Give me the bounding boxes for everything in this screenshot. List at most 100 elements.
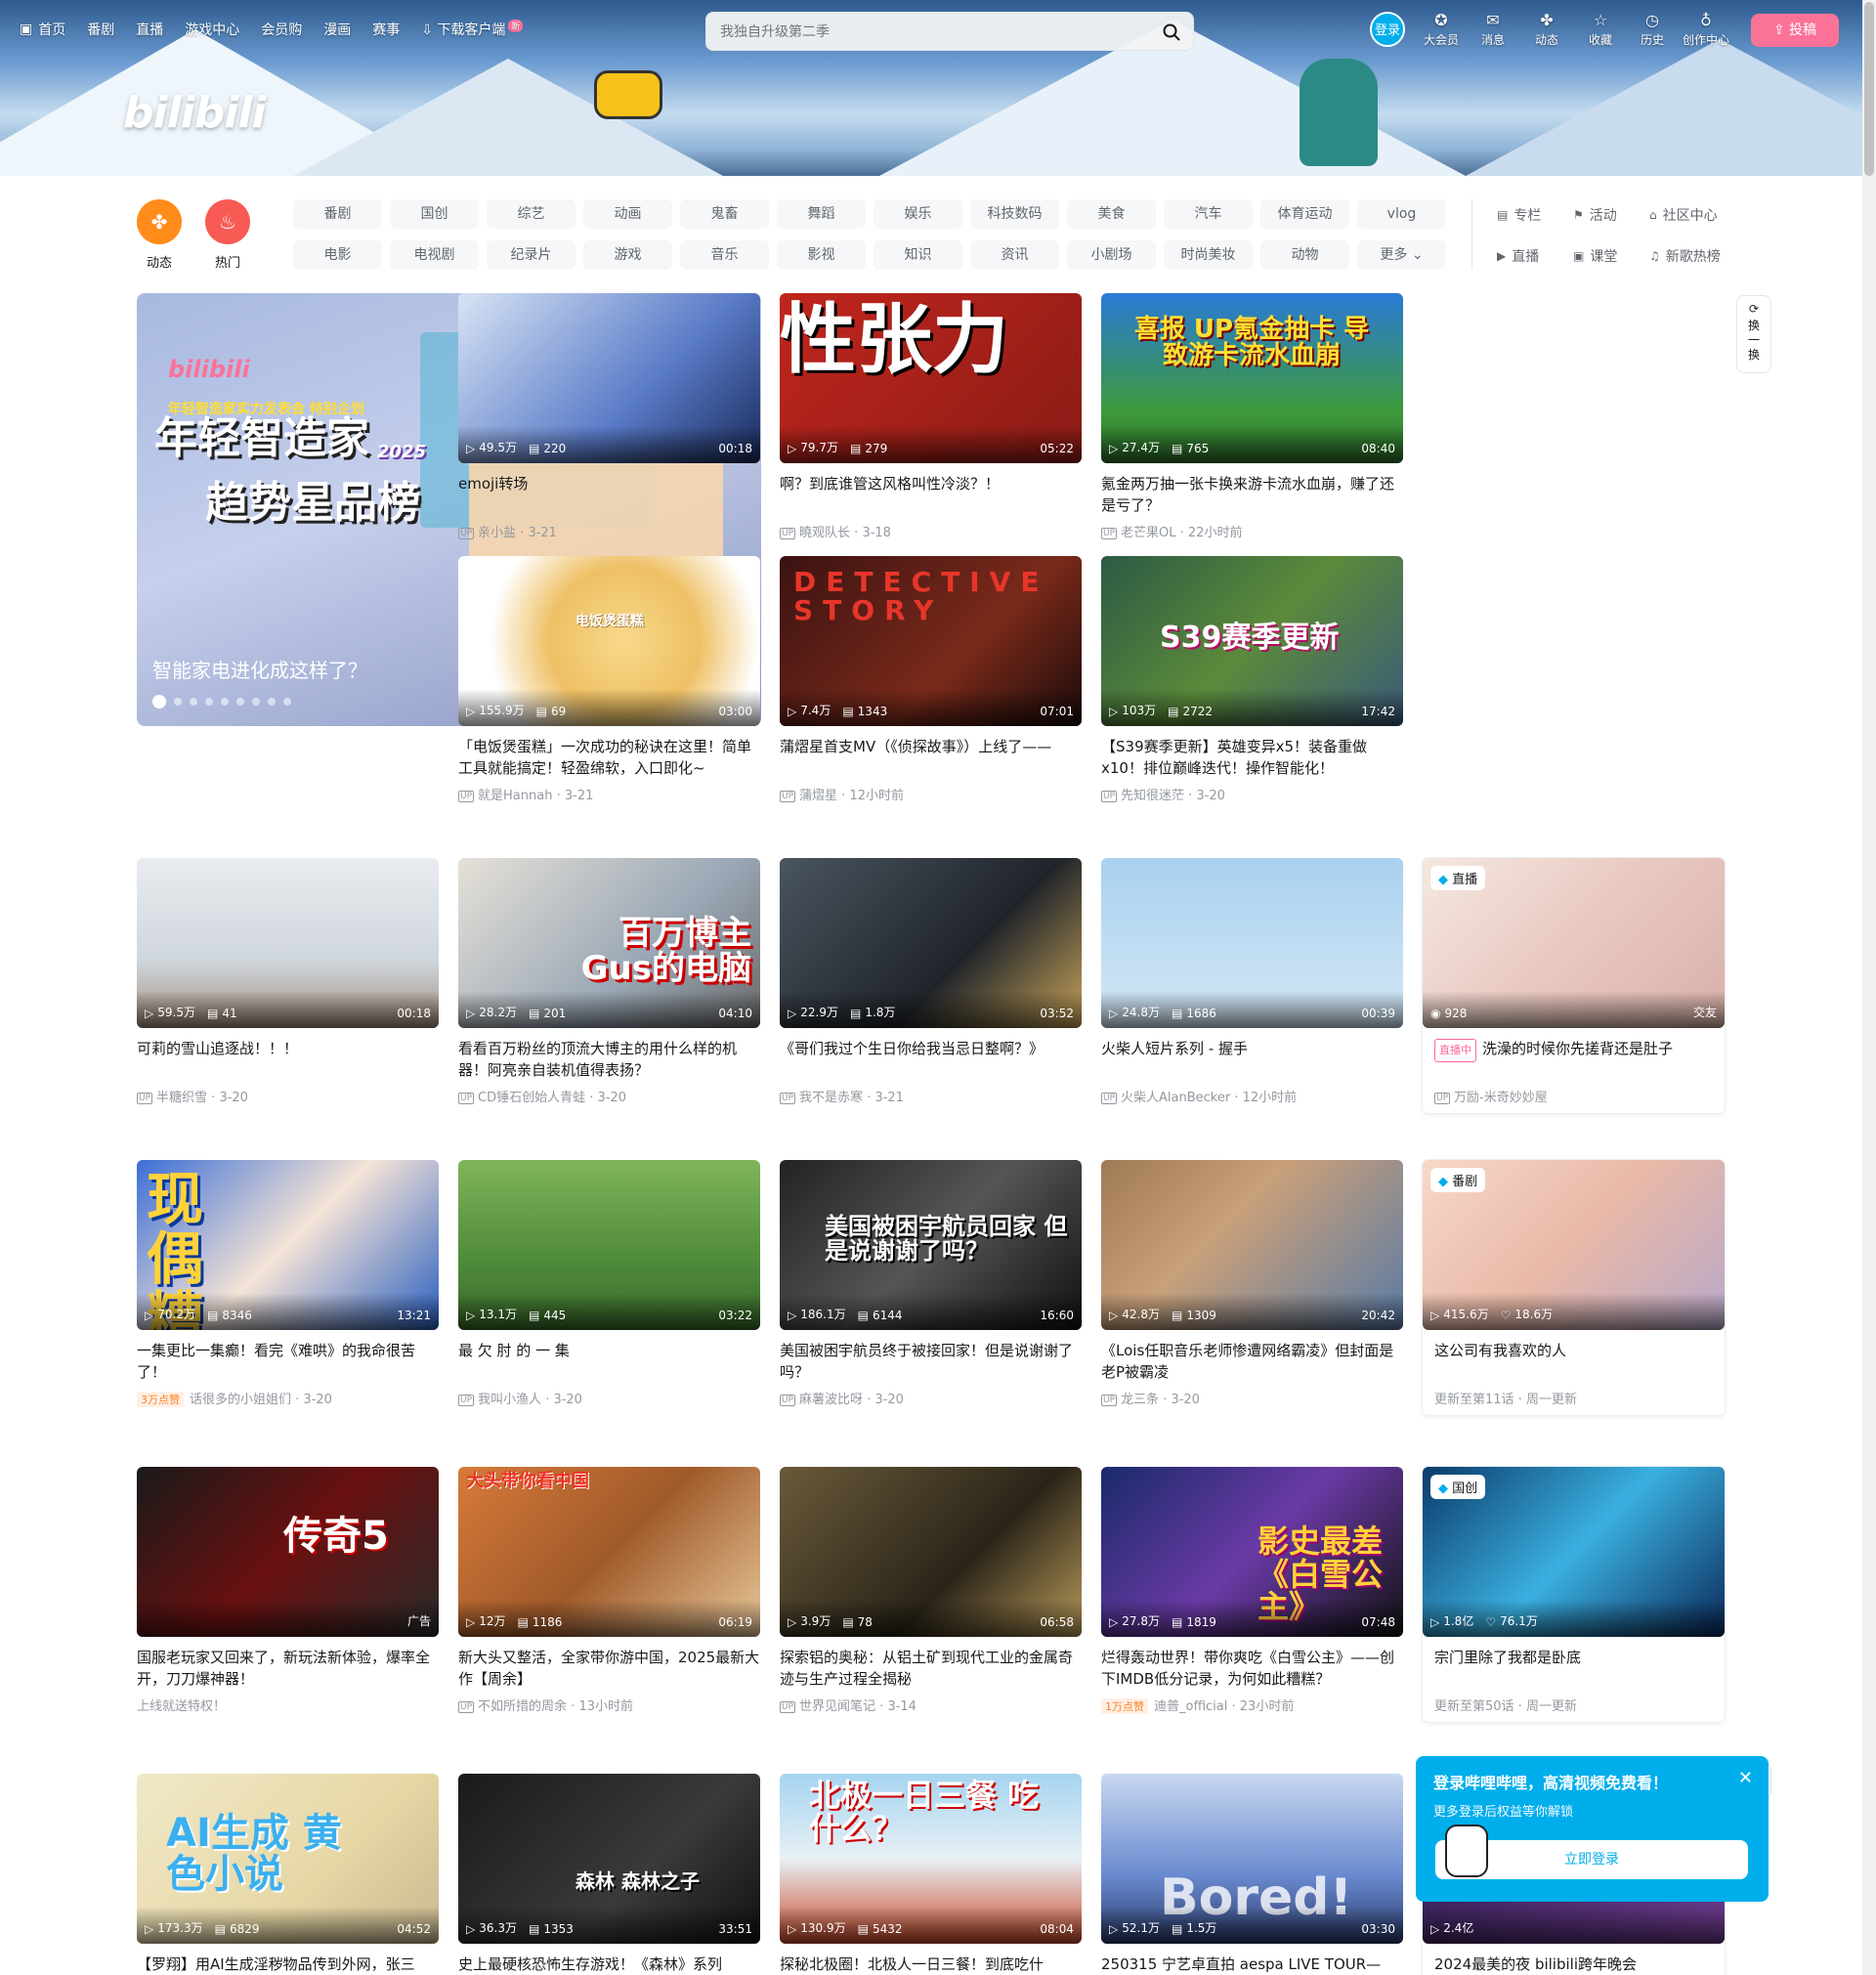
more-channels-button[interactable]: 更多 ⌄	[1357, 240, 1446, 270]
nav-live[interactable]: 直播	[136, 20, 163, 39]
nav-game-center[interactable]: 游戏中心	[185, 20, 239, 39]
nav-download[interactable]: ⇩ 下载客户端新	[421, 20, 524, 39]
feature-title[interactable]: 洗澡的时候你先搓背还是肚子	[1482, 1040, 1673, 1057]
scrollbar-thumb[interactable]	[1864, 2, 1874, 176]
close-icon[interactable]: ✕	[1738, 1768, 1753, 1788]
video-card[interactable]: AI生成 黄色小说 ▷ 173.3万 ▤ 6829 04:52 【罗翔】用AI生成淫秽物品…	[137, 1774, 439, 1975]
side-link-music-chart[interactable]: ♫ 新歌热榜	[1649, 246, 1721, 266]
video-card[interactable]: 美国被困宇航员回家 但是说谢谢了吗？ ▷ 186.1万 ▤ 6144 16:60 美国被困…	[780, 1160, 1082, 1407]
feature-title[interactable]: 宗门里除了我都是卧底	[1434, 1649, 1581, 1666]
uploader-name[interactable]: 迪普_official	[1154, 1699, 1227, 1714]
video-card[interactable]: Bored! ▷ 52.1万 ▤ 1.5万 03:30 250315 宁艺卓直拍 aesp…	[1101, 1774, 1403, 1975]
carousel-dot[interactable]	[152, 695, 166, 708]
feature-card[interactable]: ◆ 番剧 ▷ 415.6万 ♡ 18.6万 这公司有我喜欢的人 更新至第11话 · 周一…	[1423, 1160, 1725, 1415]
video-title[interactable]: 史上最硬核恐怖生存游戏！《森林》系列	[458, 1954, 760, 1975]
video-title[interactable]: 探索铝的奥秘：从铝土矿到现代工业的金属奇迹与生产过程全揭秘	[780, 1647, 1082, 1690]
uploader-name[interactable]: 亲小盐	[478, 526, 516, 540]
refresh-button[interactable]: ⟳ 换一换	[1736, 295, 1771, 373]
video-thumbnail[interactable]: ▷ 49.5万 ▤ 220 00:18	[458, 293, 760, 463]
search-box[interactable]	[705, 12, 1194, 51]
video-title[interactable]: emoji转场	[458, 473, 760, 516]
video-thumbnail[interactable]: ▷ 42.8万 ▤ 1309 20:42	[1101, 1160, 1403, 1330]
video-thumbnail[interactable]: 北极一日三餐 吃什么？ ▷ 130.9万 ▤ 5432 08:04	[780, 1774, 1082, 1944]
carousel-dot[interactable]	[252, 698, 260, 706]
channel-chip[interactable]: 国创	[390, 199, 479, 229]
channel-chip[interactable]: 体育运动	[1260, 199, 1349, 229]
video-thumbnail[interactable]: 电饭煲蛋糕 ▷ 155.9万 ▤ 69 03:00	[458, 556, 760, 726]
channel-dynamic[interactable]: ✤ 动态	[137, 199, 182, 271]
video-title[interactable]: 蒲熠星首支MV（《侦探故事》）上线了——	[780, 736, 1082, 779]
carousel-caption[interactable]: 智能家电进化成这样了？	[152, 655, 367, 683]
channel-chip[interactable]: 电视剧	[390, 240, 479, 270]
channel-chip[interactable]: 游戏	[583, 240, 672, 270]
video-thumbnail[interactable]: ▷ 24.8万 ▤ 1686 00:39	[1101, 858, 1403, 1028]
vip-entry[interactable]: ✪ 大会员	[1418, 12, 1465, 48]
feature-title-row[interactable]: 这公司有我喜欢的人	[1423, 1340, 1725, 1383]
video-card[interactable]: S39赛季更新 ▷ 103万 ▤ 2722 17:42 【S39赛季更新】英雄变异x5！装…	[1101, 556, 1403, 803]
scrollbar-track[interactable]	[1862, 0, 1876, 1975]
video-title[interactable]: 氪金两万抽一张卡换来游卡流水血崩，赚了还是亏了？	[1101, 473, 1403, 516]
uploader-name[interactable]: 曉观队长	[799, 526, 850, 540]
channel-chip[interactable]: 电影	[293, 240, 382, 270]
feature-title-row[interactable]: 直播中 洗澡的时候你先搓背还是肚子	[1423, 1038, 1725, 1081]
video-card[interactable]: 喜报 UP氪金抽卡 导致游卡流水血崩 ▷ 27.4万 ▤ 765 08:40 氪金两万抽一…	[1101, 293, 1403, 540]
channel-chip[interactable]: 美食	[1067, 199, 1156, 229]
video-thumbnail[interactable]: ▷ 3.9万 ▤ 78 06:58	[780, 1467, 1082, 1637]
video-card[interactable]: 性张力 ▷ 79.7万 ▤ 279 05:22 啊？到底谁管这风格叫性冷淡？！ UP 曉观队…	[780, 293, 1082, 540]
video-card[interactable]: ▷ 22.9万 ▤ 1.8万 03:52 《哥们我过个生日你给我当忌日整啊？》 UP 我不…	[780, 858, 1082, 1105]
channel-chip[interactable]: 小剧场	[1067, 240, 1156, 270]
login-avatar-button[interactable]: 登录	[1370, 12, 1405, 47]
search-icon[interactable]	[1162, 22, 1181, 42]
video-card[interactable]: DETECTIVE STORY ▷ 7.4万 ▤ 1343 07:01 蒲熠星首支MV（《…	[780, 556, 1082, 803]
nav-bangumi[interactable]: 番剧	[87, 20, 114, 39]
channel-chip[interactable]: 知识	[874, 240, 962, 270]
channel-chip[interactable]: vlog	[1357, 199, 1446, 229]
channel-chip[interactable]: 鬼畜	[680, 199, 769, 229]
video-thumbnail[interactable]: ▷ 59.5万 ▤ 41 00:18	[137, 858, 439, 1028]
video-title[interactable]: 【罗翔】用AI生成淫秽物品传到外网，张三	[137, 1954, 439, 1975]
history-entry[interactable]: ◷ 历史	[1629, 12, 1676, 48]
video-card[interactable]: 北极一日三餐 吃什么？ ▷ 130.9万 ▤ 5432 08:04 探秘北极圈！北极人一日…	[780, 1774, 1082, 1975]
nav-manga[interactable]: 漫画	[323, 20, 351, 39]
video-card[interactable]: 百万博主 Gus的电脑 ▷ 28.2万 ▤ 201 04:10 看看百万粉丝的顶流大博主的…	[458, 858, 760, 1105]
home-icon[interactable]: ▣	[20, 21, 32, 37]
video-card[interactable]: 影史最差 《白雪公主》▷27.8万▤181907:48 烂得轰动世界！带你爽吃《…	[1101, 1467, 1403, 1714]
video-title[interactable]: 啊？到底谁管这风格叫性冷淡？！	[780, 473, 1082, 516]
channel-chip[interactable]: 音乐	[680, 240, 769, 270]
video-thumbnail[interactable]: 喜报 UP氪金抽卡 导致游卡流水血崩 ▷ 27.4万 ▤ 765 08:40	[1101, 293, 1403, 463]
channel-chip[interactable]: 番剧	[293, 199, 382, 229]
video-card[interactable]: 传奇5 广告 国服老玩家又回来了，新玩法新体验，爆率全开，刀刀爆神器！ 上线就送特…	[137, 1467, 439, 1714]
channel-chip[interactable]: 汽车	[1164, 199, 1253, 229]
feature-title[interactable]: 2024最美的夜 bilibili跨年晚会	[1434, 1955, 1637, 1973]
side-link-column[interactable]: ▤ 专栏	[1497, 205, 1541, 225]
feature-thumbnail[interactable]: ◆ 直播 ◉ 928 交友	[1423, 858, 1725, 1028]
video-thumbnail[interactable]: 传奇5 广告	[137, 1467, 439, 1637]
channel-chip[interactable]: 动画	[583, 199, 672, 229]
video-thumbnail[interactable]: 影史最差 《白雪公主》▷27.8万▤181907:48	[1101, 1467, 1403, 1637]
carousel-dot[interactable]	[236, 698, 244, 706]
feature-thumbnail[interactable]: ◆ 番剧 ▷ 415.6万 ♡ 18.6万	[1423, 1160, 1725, 1330]
video-title[interactable]: 《Lois任职音乐老师惨遭网络霸凌》但封面是老P被霸凌	[1101, 1340, 1403, 1383]
video-thumbnail[interactable]: ▷ 13.1万 ▤ 445 03:22	[458, 1160, 760, 1330]
nav-home[interactable]: 首页	[38, 20, 65, 39]
uploader-name[interactable]: 世界见闻笔记	[799, 1699, 875, 1714]
uploader-name[interactable]: 半糖织雪	[156, 1091, 207, 1105]
feature-card[interactable]: ◆ 国创 ▷ 1.8亿 ♡ 76.1万 宗门里除了我都是卧底 更新至第50话 · 周一更…	[1423, 1467, 1725, 1722]
video-card[interactable]: ▷ 42.8万 ▤ 1309 20:42 《Lois任职音乐老师惨遭网络霸凌》但封面是老…	[1101, 1160, 1403, 1407]
carousel-dot[interactable]	[283, 698, 291, 706]
video-title[interactable]: 国服老玩家又回来了，新玩法新体验，爆率全开，刀刀爆神器！	[137, 1647, 439, 1690]
video-title[interactable]: 看看百万粉丝的顶流大博主的用什么样的机器！阿亮亲自装机值得表扬？	[458, 1038, 760, 1081]
feature-title-row[interactable]: 宗门里除了我都是卧底	[1423, 1647, 1725, 1690]
nav-mall[interactable]: 会员购	[261, 20, 302, 39]
carousel-dot[interactable]	[190, 698, 197, 706]
channel-chip[interactable]: 时尚美妆	[1164, 240, 1253, 270]
uploader-name[interactable]: 蒲熠星	[799, 789, 837, 803]
video-thumbnail[interactable]: DETECTIVE STORY ▷ 7.4万 ▤ 1343 07:01	[780, 556, 1082, 726]
bilibili-logo[interactable]: bilibili	[123, 88, 266, 138]
video-thumbnail[interactable]: AI生成 黄色小说 ▷ 173.3万 ▤ 6829 04:52	[137, 1774, 439, 1944]
video-thumbnail[interactable]: Bored! ▷ 52.1万 ▤ 1.5万 03:30	[1101, 1774, 1403, 1944]
uploader-name[interactable]: 不如所措的周余	[478, 1699, 567, 1714]
video-title[interactable]: 【S39赛季更新】英雄变异x5！装备重做x10！排位巅峰迭代！操作智能化！	[1101, 736, 1403, 779]
feature-title-row[interactable]: 2024最美的夜 bilibili跨年晚会	[1423, 1954, 1725, 1975]
favorites-entry[interactable]: ☆ 收藏	[1577, 12, 1624, 48]
